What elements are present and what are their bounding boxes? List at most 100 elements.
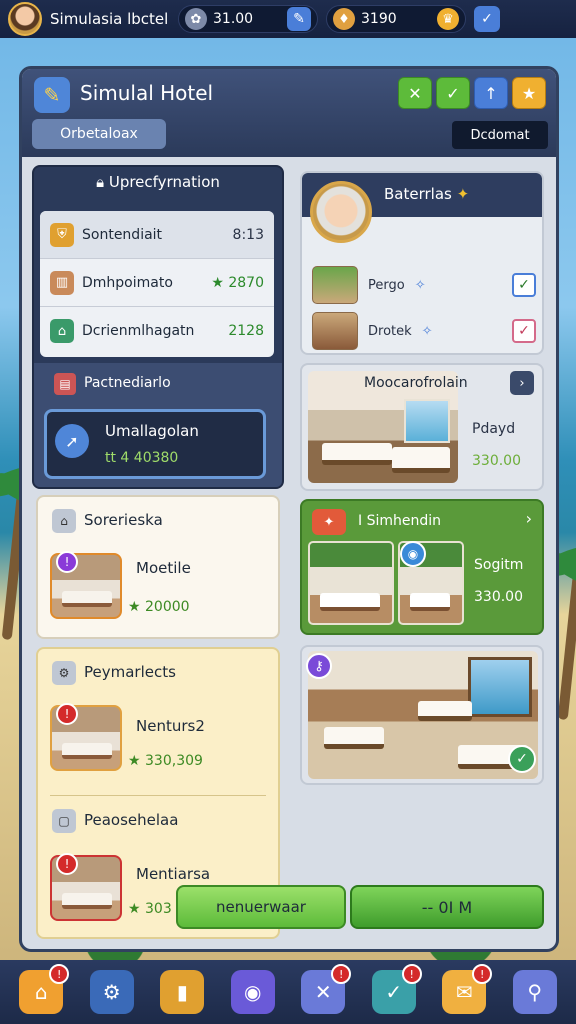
shield-icon: ⛨ [50,222,74,247]
gem-icon: ♦ [333,8,355,30]
room-side-label: Pdayd [472,421,516,437]
right-label[interactable]: Dcdomat [452,121,548,149]
panel-title: Simulal Hotel [80,81,214,105]
stat-label: Dcrienmlhagatn [82,323,195,339]
nav-globe-button[interactable]: ◉ [230,970,275,1014]
handshake-icon: ✦ [312,509,346,535]
sub-section-title: Pactnediarlo [84,375,171,391]
notification-badge: ! [331,964,352,984]
compass-icon: ➚ [55,424,89,458]
staff-title: Baterrlas ✦ [384,185,470,203]
lock-icon: ▢ [52,809,76,833]
primary-action-button[interactable]: -- 0I M [350,885,544,929]
diamond-icon: ✧ [414,277,426,293]
resource-pill-2: ♦ 3190 ♛ [326,5,466,33]
chevron-right-icon[interactable]: › [510,371,534,395]
check-icon[interactable]: ✓ [508,745,536,773]
gear-coin-icon: ✿ [185,8,207,30]
action-bar: nenuerwaar -- 0I M [176,885,544,929]
info-button[interactable]: ↑ [474,77,508,109]
hotel-logo-icon: ✎ [34,77,70,113]
info-title: 🔒︎ Uprecfyrnation [96,173,220,191]
secondary-action-button[interactable]: nenuerwaar [176,885,346,929]
staff-row[interactable]: Pergo ✧ ✓ [312,263,536,307]
divider [50,795,266,796]
game-title: Simulasia lbctel [50,10,169,28]
stat-value: ★ 2870 [211,274,264,291]
bell-icon: ⌂ [52,509,76,533]
staff-avatar[interactable] [310,181,372,243]
payment-item1-price: ★ 330,309 [128,753,203,769]
staff-card: Baterrlas ✦ Pergo ✧ ✓ Drotek ✧ ✓ [300,171,544,355]
nav-check-button[interactable]: ✓! [371,964,422,1014]
check-button[interactable]: ✓ [436,77,470,109]
globe-badge: ◉ [400,541,426,567]
header-buttons: ✕ ✓ ↑ ★ [398,77,546,109]
player-avatar[interactable] [8,2,42,36]
suite-card[interactable]: ⚷ ✓ [300,645,544,785]
highlight-box[interactable]: ➚ Umallagolan tt 4 40380 [44,409,266,479]
notification-badge: ! [401,964,422,984]
house-icon: ⌂ [50,319,74,343]
staff-row-label: Drotek [368,323,412,339]
resource2-value: 3190 [361,11,397,27]
resource-pill-1: ✿ 31.00 ✎ [178,5,318,33]
service-item-name: Moetile [136,559,191,577]
resort-side-label: Sogitm [474,557,524,573]
panel-header: ✎ Simulal Hotel ✕ ✓ ↑ ★ Orbetaloax Dcdom… [22,69,556,157]
gear-icon: ⚙ [52,661,76,685]
resort-title: I Simhendin [358,513,442,529]
staff-row-label: Pergo [368,277,405,293]
nav-search-button[interactable]: ⚲ [512,970,557,1014]
add-resource1-button[interactable]: ✎ [287,7,311,31]
staff-checkbox[interactable]: ✓ [512,319,536,343]
services-card[interactable]: ⌂ Sorerieska ! Moetile ★ 20000 [36,495,280,639]
resource1-value: 31.00 [213,11,254,27]
hotel-panel: ✎ Simulal Hotel ✕ ✓ ↑ ★ Orbetaloax Dcdom… [19,66,559,952]
stat-row[interactable]: ⌂ Dcrienmlhagatn 2128 [40,307,274,355]
stat-label: Dmhpoimato [82,274,173,291]
star-button[interactable]: ★ [512,77,546,109]
staff-row[interactable]: Drotek ✧ ✓ [312,309,536,353]
staff-thumbnail [312,266,358,304]
room-card[interactable]: Moocarofrolain › Pdayd 330.00 [300,363,544,491]
room-side-price: 330.00 [472,453,521,469]
resort-image-1 [308,541,394,625]
stat-row[interactable]: ▥ Dmhpoimato ★ 2870 [40,259,274,307]
payment-item2-name: Mentiarsa [136,865,211,883]
staff-checkbox[interactable]: ✓ [512,273,536,297]
stat-row[interactable]: ⛨ Sontendiait 8:13 [40,211,274,259]
bottom-nav: ⌂! ⚙ ▮ ◉ ✕! ✓! ✉! ⚲ [0,960,576,1024]
nav-tools-button[interactable]: ✕! [301,964,352,1014]
stat-list: ⛨ Sontendiait 8:13 ▥ Dmhpoimato ★ 2870 ⌂… [40,211,274,357]
sub-section: ▤ Pactnediarlo ➚ Umallagolan tt 4 40380 [34,363,282,487]
building-icon: ▥ [50,270,74,295]
payment-item2-price: ★ 303 [128,901,172,917]
alert-badge: ! [56,551,78,573]
payment-item1-name: Nenturs2 [136,717,205,735]
stat-value: 2128 [228,323,264,339]
book-icon: ▤ [54,373,76,395]
nav-settings-button[interactable]: ⚙ [89,970,134,1014]
lock-icon: 🔒︎ [96,173,109,191]
tools-button[interactable]: ✕ [398,77,432,109]
confirm-button[interactable]: ✓ [474,6,500,32]
crown-icon[interactable]: ♛ [437,8,459,30]
nav-home-button[interactable]: ⌂! [19,964,70,1014]
room-title: Moocarofrolain [364,375,468,391]
tab-overview[interactable]: Orbetaloax [32,119,166,149]
nav-inbox-button[interactable]: ✉! [442,964,493,1014]
chevron-right-icon[interactable]: › [526,509,532,528]
nav-cards-button[interactable]: ▮ [160,970,205,1014]
notification-badge: ! [49,964,70,984]
payments-title: Peymarlects [84,663,176,681]
highlight-value: tt 4 40380 [105,450,179,466]
info-card: 🔒︎ Uprecfyrnation ⛨ Sontendiait 8:13 ▥ D… [32,165,284,489]
highlight-label: Umallagolan [105,422,199,440]
stat-value: 8:13 [232,226,264,243]
resort-side-price: 330.00 [474,589,523,605]
top-status-bar: Simulasia lbctel ✿ 31.00 ✎ ♦ 3190 ♛ ✓ [0,0,576,38]
stat-label: Sontendiait [82,226,163,243]
resort-card[interactable]: ✦ I Simhendin › ◉ Sogitm 330.00 [300,499,544,635]
staff-thumbnail [312,312,358,350]
